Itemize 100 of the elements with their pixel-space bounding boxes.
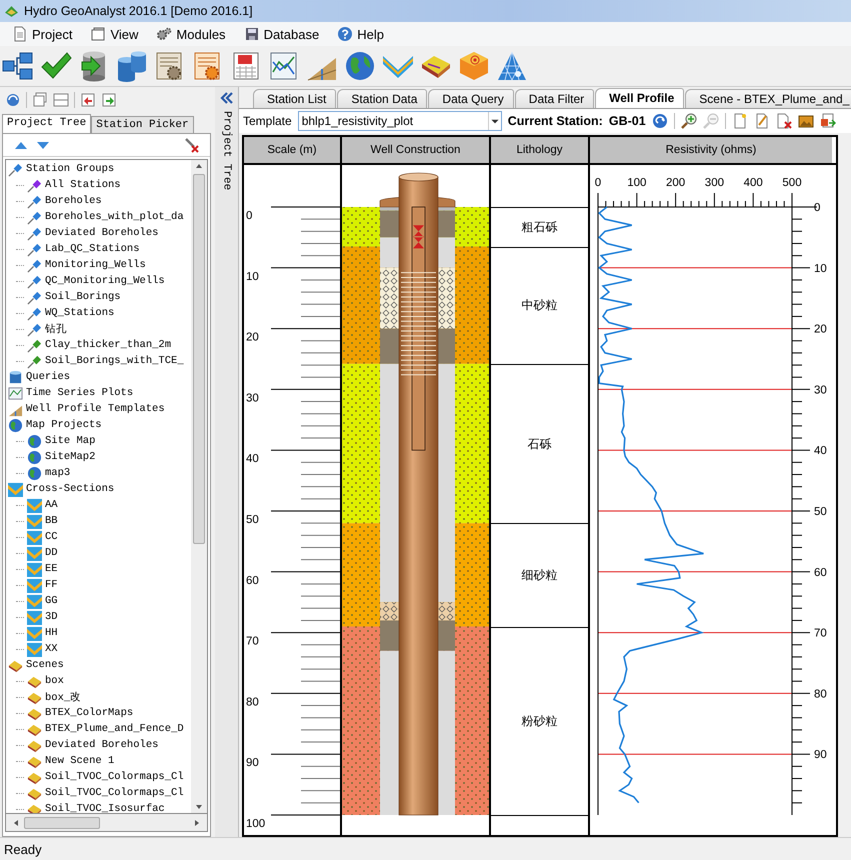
triangle-mesh-icon[interactable] xyxy=(496,50,528,82)
scroll-down-icon[interactable] xyxy=(195,803,203,811)
tree-item[interactable]: BTEX_Plume_and_Fence_D xyxy=(45,723,184,735)
station-label: Current Station: xyxy=(508,114,603,128)
tree-item[interactable]: BTEX_ColorMaps xyxy=(45,707,134,719)
menu-item[interactable]: Help xyxy=(335,25,386,43)
refresh-icon[interactable] xyxy=(652,113,668,130)
axis-tick-label: 50 xyxy=(814,506,827,518)
database-icon xyxy=(8,370,23,384)
depth-label: 90 xyxy=(246,757,259,770)
tree-item[interactable]: Monitoring_Wells xyxy=(45,259,146,271)
cross-section-icon xyxy=(27,562,42,576)
tree-item[interactable]: Well Profile Templates xyxy=(26,403,165,415)
tree-item[interactable]: 3D xyxy=(45,611,58,623)
collapse-icon[interactable] xyxy=(220,91,234,105)
refresh-icon[interactable] xyxy=(5,92,21,108)
template-dropdown[interactable]: bhlp1_resistivity_plot xyxy=(298,111,502,132)
panel-tab[interactable]: Station Picker xyxy=(91,116,194,133)
scroll-right-icon[interactable] xyxy=(193,818,201,826)
tab[interactable]: Scene - BTEX_Plume_and_ xyxy=(685,89,851,108)
zoom-in-icon[interactable] xyxy=(680,113,697,130)
scrollbar-thumb[interactable] xyxy=(24,816,100,828)
tree-item[interactable]: Boreholes_with_plot_da xyxy=(45,211,184,223)
tab[interactable]: Well Profile xyxy=(595,88,684,108)
tree-item[interactable]: GG xyxy=(45,595,58,607)
tree-item[interactable]: Queries xyxy=(26,371,70,383)
tree-item[interactable]: AA xyxy=(45,499,58,511)
tree-item[interactable]: Soil_TVOC_Colormaps_Cl xyxy=(45,771,184,783)
axis-tick-label: 300 xyxy=(704,177,724,189)
tab[interactable]: Data Filter xyxy=(514,89,594,108)
tree-item[interactable]: All Stations xyxy=(45,179,121,191)
tree-item[interactable]: 钻孔 xyxy=(45,322,67,336)
globe-icon[interactable] xyxy=(344,50,376,82)
tree-item[interactable]: WQ_Stations xyxy=(45,307,114,319)
station-value: GB-01 xyxy=(608,114,646,128)
cascade-windows-icon[interactable] xyxy=(32,92,48,108)
tree-item[interactable]: Lab_QC_Stations xyxy=(45,243,140,255)
tree-item[interactable]: Scenes xyxy=(26,659,64,671)
arrow-right-icon[interactable] xyxy=(101,92,117,108)
menu-item[interactable]: Modules xyxy=(154,25,228,43)
tree-item[interactable]: Station Groups xyxy=(26,163,114,175)
menu-item[interactable]: Database xyxy=(242,25,322,43)
tree-item[interactable]: EE xyxy=(45,563,58,575)
tree-item[interactable]: XX xyxy=(45,643,58,655)
menu-item[interactable]: View xyxy=(88,25,140,43)
tab[interactable]: Station Data xyxy=(337,89,428,108)
tree-item[interactable]: FF xyxy=(45,579,58,591)
image-icon[interactable] xyxy=(798,113,814,130)
tab[interactable]: Station List xyxy=(253,89,336,108)
database-icon[interactable] xyxy=(116,50,148,82)
delete-icon[interactable] xyxy=(184,137,200,153)
depth-label: 10 xyxy=(246,270,259,283)
arrow-left-icon[interactable] xyxy=(80,92,96,108)
globe-icon xyxy=(27,450,42,464)
menu-item[interactable]: Project xyxy=(10,25,74,43)
tree-item[interactable]: BB xyxy=(45,515,58,527)
tree-item[interactable]: Soil_Borings xyxy=(45,291,121,303)
cross-section-icon xyxy=(27,594,42,608)
tab[interactable]: Data Query xyxy=(428,89,514,108)
tree-item[interactable]: CC xyxy=(45,531,58,543)
axis-tick-label: 40 xyxy=(814,445,827,458)
delete-document-icon[interactable] xyxy=(776,113,792,130)
tree-item[interactable]: HH xyxy=(45,627,58,639)
tree-item[interactable]: SiteMap2 xyxy=(45,451,96,463)
tree-item[interactable]: Map Projects xyxy=(26,419,102,431)
tree-item[interactable]: box_改 xyxy=(45,690,82,704)
split-window-icon[interactable] xyxy=(53,92,69,108)
edit-document-icon[interactable] xyxy=(754,113,770,130)
globe-icon xyxy=(27,434,42,448)
scroll-up-icon[interactable] xyxy=(195,162,203,170)
cube-icon[interactable] xyxy=(458,50,490,82)
tree-item[interactable]: QC_Monitoring_Wells xyxy=(45,275,165,287)
tree-item[interactable]: Cross-Sections xyxy=(26,483,114,495)
caret-icon xyxy=(488,112,501,130)
scroll-left-icon[interactable] xyxy=(12,818,20,826)
tree-item[interactable]: Deviated Boreholes xyxy=(45,739,158,751)
tree-item[interactable]: Time Series Plots xyxy=(26,387,134,399)
cross-section-icon xyxy=(27,546,42,560)
lithology-label: 石砾 xyxy=(526,436,552,452)
tree-item[interactable]: Soil_TVOC_Colormaps_Cl xyxy=(45,787,184,799)
depth-label: 30 xyxy=(246,392,259,404)
export-icon[interactable] xyxy=(820,113,836,130)
tree-item[interactable]: DD xyxy=(45,547,58,559)
new-document-icon[interactable] xyxy=(732,113,748,130)
tree-item[interactable]: map3 xyxy=(45,467,70,479)
cross-section-icon xyxy=(8,482,23,496)
tree-item[interactable]: Clay_thicker_than_2m xyxy=(45,339,172,351)
scrollbar-thumb[interactable] xyxy=(193,174,205,544)
tree-item[interactable]: Soil_TVOC_Isosurfac xyxy=(45,803,165,813)
tree-item[interactable]: Deviated Boreholes xyxy=(45,227,158,239)
tree-item[interactable]: Site Map xyxy=(45,435,96,447)
tree-item[interactable]: Soil_Borings_with_TCE_ xyxy=(45,355,184,367)
column-header: Resistivity (ohms) xyxy=(590,137,832,163)
tree-item[interactable]: box xyxy=(45,675,64,687)
panel-label[interactable]: Project Tree xyxy=(220,111,232,190)
hierarchy-icon[interactable] xyxy=(2,50,34,82)
panel-tab[interactable]: Project Tree xyxy=(2,114,92,133)
tree-item[interactable]: Boreholes xyxy=(45,195,102,207)
line-chart-icon xyxy=(8,386,23,400)
tree-item[interactable]: New Scene 1 xyxy=(45,755,114,767)
